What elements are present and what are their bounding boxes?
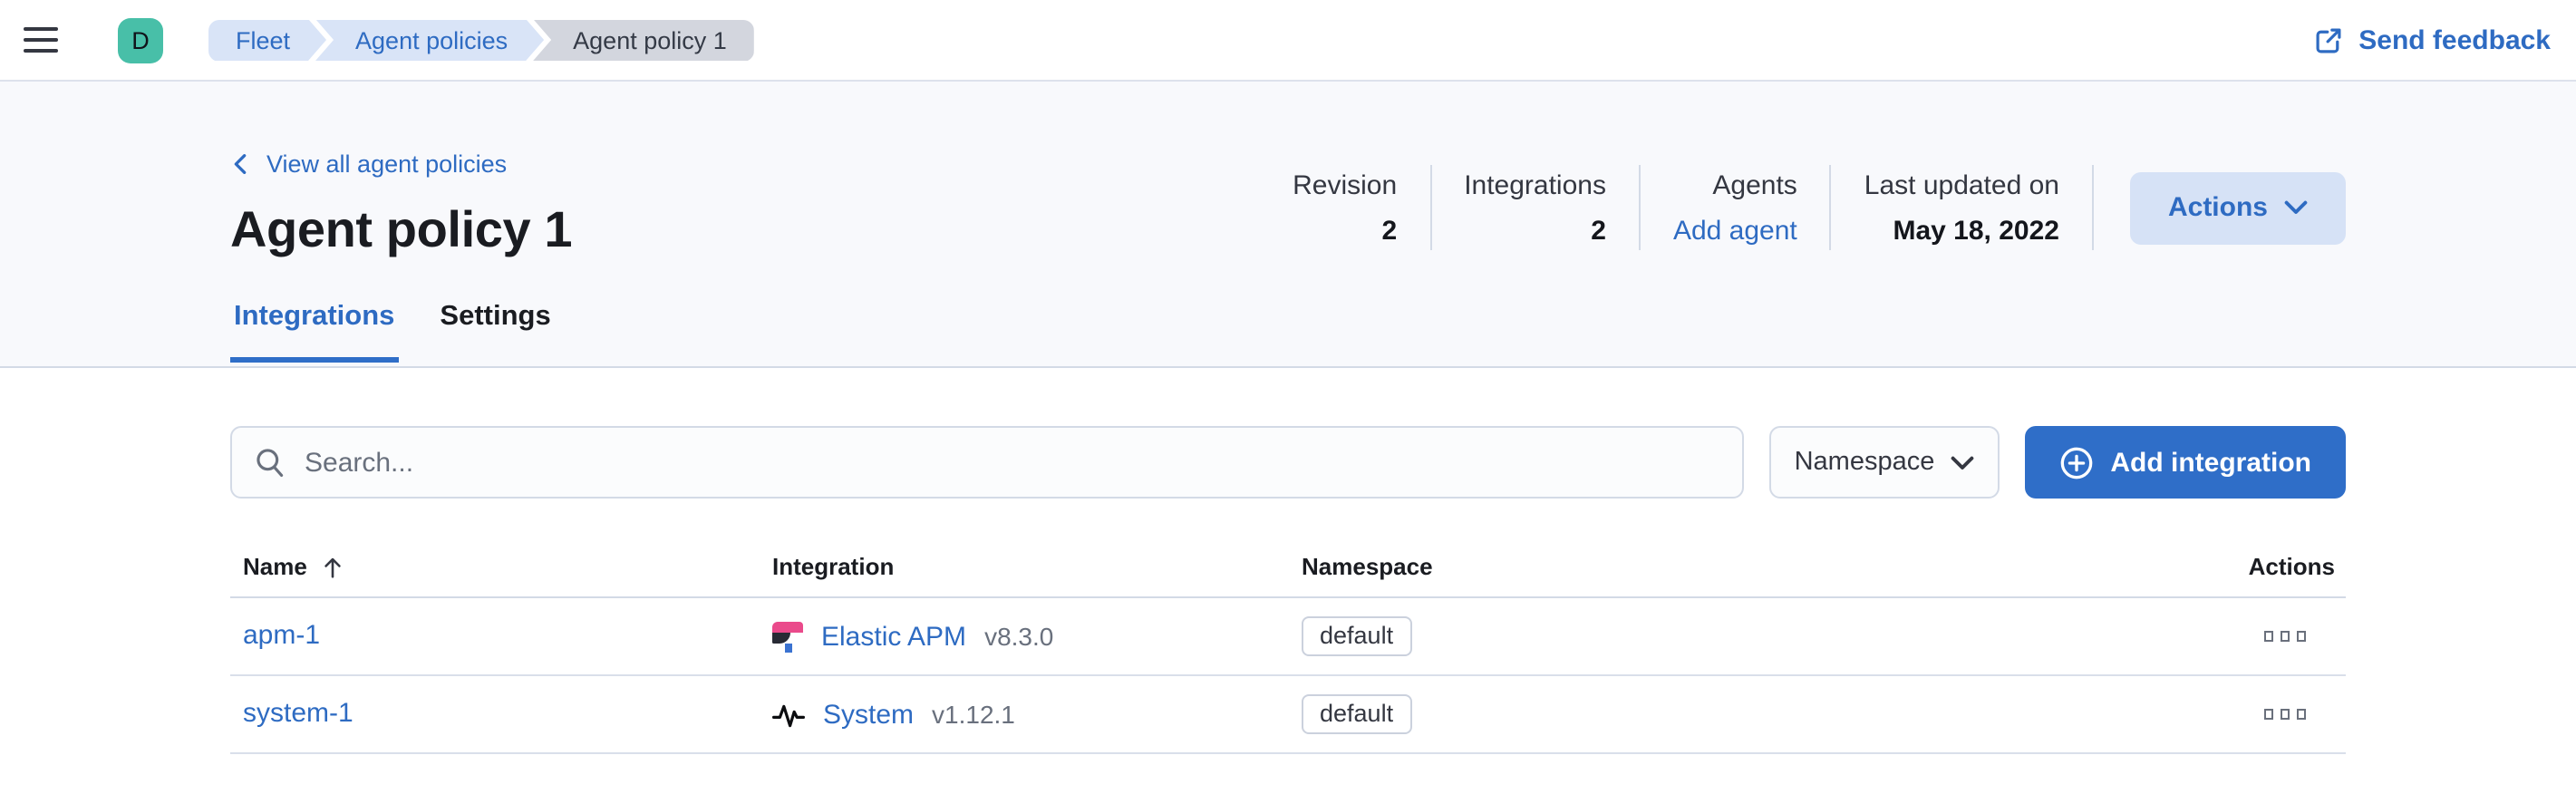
stat-value: 2 — [1464, 215, 1606, 246]
integration-policy-link[interactable]: system-1 — [243, 698, 353, 729]
external-link-icon — [2313, 24, 2344, 55]
elastic-apm-icon — [772, 621, 803, 652]
search-box — [230, 426, 1744, 499]
actions-button-label: Actions — [2168, 192, 2268, 223]
system-pulse-icon — [772, 699, 805, 730]
chevron-down-icon — [2284, 199, 2308, 216]
namespace-badge: default — [1302, 694, 1411, 734]
back-link-label: View all agent policies — [266, 150, 507, 178]
namespace-filter-button[interactable]: Namespace — [1769, 426, 2000, 499]
stat-revision: Revision 2 — [1260, 169, 1429, 246]
table-row: system-1 System v1.12.1 default — [230, 676, 2346, 754]
row-actions-icon[interactable] — [2260, 628, 2310, 645]
actions-button[interactable]: Actions — [2130, 171, 2346, 244]
actions-cell — [2092, 706, 2346, 723]
integration-link[interactable]: Elastic APM — [821, 621, 966, 652]
stat-label: Revision — [1293, 169, 1397, 200]
search-icon — [254, 446, 286, 479]
stat-label: Last updated on — [1864, 169, 2059, 200]
integrations-toolbar: Namespace Add in — [230, 368, 2346, 499]
namespace-cell: default — [1302, 616, 2092, 656]
app-viewport: D Fleet Agent policies Agent policy 1 Se… — [0, 0, 2576, 794]
stat-value: 2 — [1293, 215, 1397, 246]
namespace-badge: default — [1302, 616, 1411, 656]
space-avatar[interactable]: D — [118, 17, 163, 63]
breadcrumb-agent-policies[interactable]: Agent policies — [315, 19, 544, 61]
actions-cell — [2092, 628, 2346, 645]
stat-label: Integrations — [1464, 169, 1606, 200]
add-agent-link[interactable]: Add agent — [1673, 215, 1797, 246]
namespace-filter-label: Namespace — [1795, 448, 1935, 477]
policy-name-cell: system-1 — [230, 698, 772, 731]
search-input[interactable] — [305, 447, 1720, 478]
add-integration-button[interactable]: Add integration — [2025, 426, 2346, 499]
namespace-cell: default — [1302, 694, 2092, 734]
column-header-label: Name — [243, 553, 307, 580]
tab-integrations[interactable]: Integrations — [230, 301, 398, 363]
page-header: View all agent policies Agent policy 1 R… — [0, 82, 2576, 368]
policy-stats: Revision 2 Integrations 2 Agents Add age… — [1260, 165, 2346, 250]
integration-link[interactable]: System — [823, 699, 914, 730]
sort-ascending-icon — [322, 554, 345, 579]
column-header-integration: Integration — [772, 553, 1302, 580]
header-tabs: Integrations Settings — [230, 301, 2346, 363]
send-feedback-label: Send feedback — [2358, 24, 2551, 55]
integration-version: v1.12.1 — [932, 700, 1015, 729]
view-all-policies-link[interactable]: View all agent policies — [230, 150, 507, 178]
menu-icon[interactable] — [24, 18, 71, 62]
main-content: Namespace Add in — [0, 368, 2576, 754]
integration-version: v8.3.0 — [984, 622, 1053, 651]
plus-circle-icon — [2059, 445, 2094, 479]
stat-label: Agents — [1673, 169, 1797, 200]
integration-policy-link[interactable]: apm-1 — [243, 620, 320, 651]
column-header-namespace: Namespace — [1302, 553, 2092, 580]
column-header-name[interactable]: Name — [230, 553, 772, 580]
chevron-down-icon — [1951, 454, 1974, 470]
stat-value: May 18, 2022 — [1864, 215, 2059, 246]
send-feedback-link[interactable]: Send feedback — [2313, 24, 2551, 55]
stat-agents: Agents Add agent — [1641, 169, 1830, 246]
integrations-table: Name Integration Namespace Actions — [230, 553, 2346, 754]
integration-cell: Elastic APM v8.3.0 — [772, 621, 1302, 652]
column-header-actions: Actions — [2092, 553, 2346, 580]
policy-name-cell: apm-1 — [230, 620, 772, 653]
stat-last-updated: Last updated on May 18, 2022 — [1832, 169, 2092, 246]
add-integration-label: Add integration — [2110, 447, 2311, 478]
chevron-left-icon — [230, 152, 250, 176]
page-title: Agent policy 1 — [230, 201, 1260, 259]
breadcrumb-fleet[interactable]: Fleet — [208, 19, 326, 61]
top-bar: D Fleet Agent policies Agent policy 1 Se… — [0, 0, 2576, 82]
table-row: apm-1 Elastic APM v8.3.0 default — [230, 598, 2346, 676]
divider — [2092, 165, 2094, 250]
breadcrumb-current-page: Agent policy 1 — [533, 19, 754, 61]
tab-settings[interactable]: Settings — [436, 301, 554, 363]
row-actions-icon[interactable] — [2260, 706, 2310, 723]
stat-integrations: Integrations 2 — [1431, 169, 1639, 246]
breadcrumb: Fleet Agent policies Agent policy 1 — [208, 19, 754, 61]
table-header-row: Name Integration Namespace Actions — [230, 553, 2346, 598]
integration-cell: System v1.12.1 — [772, 699, 1302, 730]
